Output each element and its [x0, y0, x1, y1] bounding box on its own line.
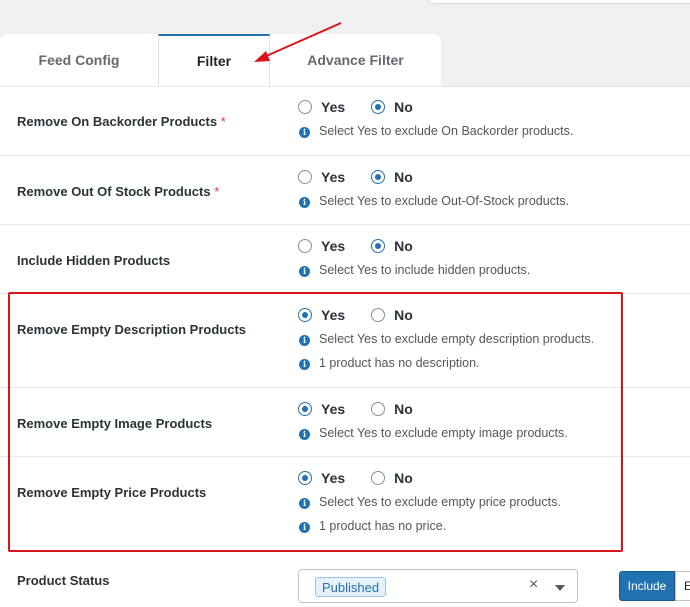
radio-circle-icon[interactable]: [371, 170, 386, 184]
hint: i Select Yes to exclude empty description…: [299, 332, 594, 346]
setting-row-empty-description: Remove Empty Description Products Yes No…: [0, 294, 690, 388]
radio-no[interactable]: No: [371, 470, 413, 486]
tab-bar: Feed Config Filter Advance Filter: [0, 34, 441, 86]
radio-yes[interactable]: Yes: [298, 307, 345, 323]
radio-circle-icon[interactable]: [371, 100, 386, 114]
setting-label: Remove On Backorder Products *: [17, 114, 226, 129]
radio-circle-icon[interactable]: [298, 308, 312, 322]
info-icon: i: [299, 521, 310, 533]
info-icon: i: [299, 126, 310, 138]
radio-group: Yes No: [298, 307, 439, 323]
radio-circle-icon[interactable]: [298, 239, 312, 253]
hint: i Select Yes to exclude Out-Of-Stock prod…: [299, 194, 569, 208]
radio-yes[interactable]: Yes: [298, 401, 345, 417]
radio-no[interactable]: No: [371, 99, 413, 115]
clear-icon[interactable]: ×: [529, 576, 538, 594]
product-status-select[interactable]: Published ×: [298, 569, 578, 603]
setting-row-empty-image: Remove Empty Image Products Yes No i Sele…: [0, 388, 690, 457]
tab-feed-config[interactable]: Feed Config: [0, 34, 158, 86]
setting-label: Remove Empty Image Products: [17, 416, 213, 431]
info-icon: i: [299, 497, 310, 509]
info-icon: i: [299, 428, 310, 440]
hint: i Select Yes to include hidden products.: [299, 263, 530, 277]
setting-row-empty-price: Remove Empty Price Products Yes No i Sele…: [0, 457, 690, 557]
radio-yes[interactable]: Yes: [298, 238, 345, 254]
include-button[interactable]: Include: [619, 571, 675, 601]
radio-group: Yes No: [298, 169, 439, 185]
hint: i1 product has no price.: [299, 519, 446, 533]
radio-circle-icon[interactable]: [371, 308, 386, 322]
info-icon: i: [299, 358, 310, 370]
selected-chip[interactable]: Published: [315, 577, 387, 597]
radio-no[interactable]: No: [371, 401, 413, 417]
radio-group: Yes No: [298, 401, 439, 417]
radio-circle-icon[interactable]: [298, 402, 312, 416]
radio-circle-icon[interactable]: [298, 170, 312, 184]
radio-group: Yes No: [298, 238, 439, 254]
radio-no[interactable]: No: [371, 238, 413, 254]
hint: i Select Yes to exclude On Backorder prod…: [299, 124, 573, 138]
setting-row-out-of-stock: Remove Out Of Stock Products * Yes No iS…: [0, 156, 690, 225]
exclude-button[interactable]: E: [675, 571, 690, 601]
setting-row-hidden: Include Hidden Products Yes No i Select Y…: [0, 225, 690, 294]
setting-label: Remove Empty Description Products: [17, 322, 246, 337]
info-icon: i: [299, 196, 310, 208]
hint: i Select Yes to exclude empty image produ…: [299, 426, 568, 440]
radio-no[interactable]: No: [371, 307, 413, 323]
hint: i1 product has no description.: [299, 356, 480, 370]
setting-label: Remove Empty Price Products: [17, 485, 207, 500]
product-status-label: Product Status: [17, 573, 110, 588]
info-icon: i: [299, 334, 310, 346]
radio-no[interactable]: No: [371, 169, 413, 185]
chevron-down-icon[interactable]: [555, 585, 565, 591]
radio-yes[interactable]: Yes: [298, 470, 345, 486]
info-icon: i: [299, 265, 310, 277]
radio-circle-icon[interactable]: [371, 471, 386, 485]
radio-yes[interactable]: Yes: [298, 169, 345, 185]
radio-group: Yes No: [298, 470, 439, 486]
radio-circle-icon[interactable]: [298, 100, 312, 114]
radio-group: Yes No: [298, 99, 439, 115]
tab-filter[interactable]: Filter: [158, 34, 270, 86]
setting-label: Remove Out Of Stock Products *: [17, 184, 220, 199]
hint: i Select Yes to exclude empty price produ…: [299, 495, 561, 509]
radio-yes[interactable]: Yes: [298, 99, 345, 115]
setting-row-backorder: Remove On Backorder Products * Yes No iS…: [0, 86, 690, 156]
radio-circle-icon[interactable]: [371, 402, 386, 416]
radio-circle-icon[interactable]: [371, 239, 386, 253]
radio-circle-icon[interactable]: [298, 471, 312, 485]
tab-advance-filter[interactable]: Advance Filter: [270, 34, 441, 86]
setting-label: Include Hidden Products: [17, 253, 171, 268]
top-search-input[interactable]: [428, 0, 690, 4]
